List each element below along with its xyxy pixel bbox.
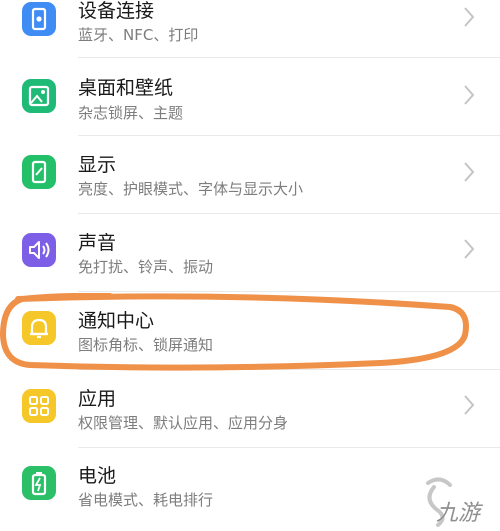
settings-item-subtitle: 亮度、护眼模式、字体与显示大小 [78,180,304,198]
settings-item-subtitle: 蓝牙、NFC、打印 [78,26,199,44]
highlight-annotation [0,293,469,371]
watermark-text: 九游 [436,501,481,526]
apps-icon [22,389,56,423]
battery-icon [22,466,56,500]
chevron-right-icon [464,395,475,415]
settings-item-title: 声音 [78,232,117,254]
settings-item-wallpaper[interactable]: 桌面和壁纸 杂志锁屏、主题 [0,57,500,135]
settings-item-title: 显示 [78,154,117,176]
settings-item-subtitle: 权限管理、默认应用、应用分身 [78,414,289,432]
settings-item-subtitle: 省电模式、耗电排行 [78,491,214,509]
settings-item-title: 设备连接 [78,0,155,22]
wallpaper-icon [22,79,56,113]
settings-item-title: 电池 [78,465,117,487]
settings-item-display[interactable]: 显示 亮度、护眼模式、字体与显示大小 [0,135,500,213]
chevron-right-icon [464,239,475,259]
settings-item-sound[interactable]: 声音 免打扰、铃声、振动 [0,213,500,291]
settings-item-title: 应用 [78,388,117,410]
chevron-right-icon [464,162,475,182]
settings-item-subtitle: 免打扰、铃声、振动 [78,258,214,276]
chevron-right-icon [464,7,475,27]
settings-item-title: 桌面和壁纸 [78,77,174,99]
device-connection-icon [22,2,56,36]
settings-item-apps[interactable]: 应用 权限管理、默认应用、应用分身 [0,369,500,447]
settings-item-subtitle: 杂志锁屏、主题 [78,104,184,122]
settings-item-device-connection[interactable]: 设备连接 蓝牙、NFC、打印 [0,0,500,56]
display-icon [22,155,56,189]
chevron-right-icon [464,85,475,105]
sound-icon [22,233,56,267]
